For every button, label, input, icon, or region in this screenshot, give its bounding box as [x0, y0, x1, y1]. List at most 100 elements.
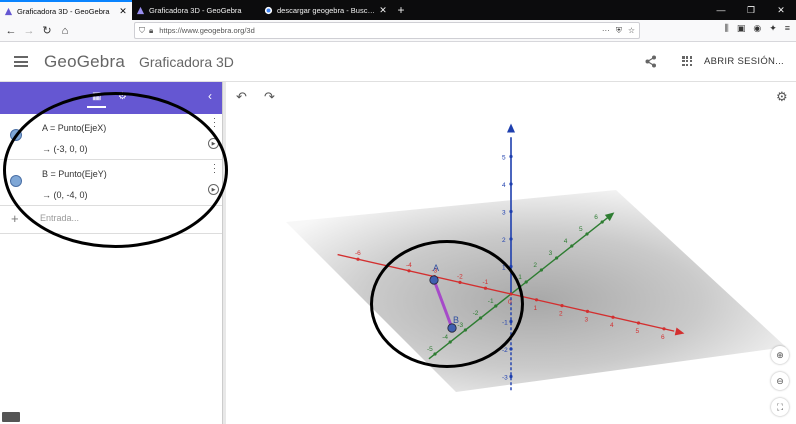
- forward-button[interactable]: →: [20, 22, 38, 40]
- algebra-tab-icon[interactable]: ▦: [86, 91, 108, 108]
- y-tick-mark: [600, 220, 604, 224]
- home-button[interactable]: ⌂: [56, 22, 74, 40]
- x-tick-mark: [483, 286, 488, 290]
- sign-in-button[interactable]: ABRIR SESIÓN...: [704, 56, 784, 67]
- geogebra-logo[interactable]: GeoGebra: [44, 52, 125, 72]
- x-tick-label: 1: [534, 305, 538, 312]
- y-tick-label: 3: [549, 250, 553, 257]
- extension-icon[interactable]: ✦: [769, 23, 777, 34]
- page-actions-icon[interactable]: ···: [602, 26, 610, 36]
- account-icon[interactable]: ◉: [753, 23, 761, 34]
- browser-nav-bar: ← → ↻ ⌂ ⛉ 🔒︎ https://www.geogebra.org/3d …: [0, 20, 796, 42]
- y-tick-label: -2: [473, 310, 479, 317]
- pocket-icon[interactable]: ⛨: [616, 26, 622, 36]
- x-tick-label: 0: [508, 299, 512, 306]
- back-button[interactable]: ←: [2, 22, 20, 40]
- z-tick-mark: [509, 209, 513, 214]
- x-tick-label: -6: [355, 250, 361, 257]
- x-tick-label: 3: [585, 316, 589, 323]
- play-animation-icon[interactable]: ▶: [208, 184, 219, 195]
- window-controls: — ❐ ✕: [706, 0, 796, 20]
- z-tick-label: -2: [502, 347, 508, 354]
- y-tick-label: 4: [564, 238, 568, 245]
- x-tick-mark: [662, 327, 666, 331]
- browser-tab-geogebra-1[interactable]: Graficadora 3D - GeoGebra ✕: [0, 0, 132, 20]
- z-tick-label: 2: [502, 237, 506, 244]
- play-animation-icon[interactable]: ▶: [208, 138, 219, 149]
- algebra-definition[interactable]: B = Punto(EjeY): [42, 169, 107, 179]
- graphics-3d-view[interactable]: ↶ ↷ ⚙ -6 -4 -3 -2 -1 0 1 2 3 4 5 6 -5 -4 -3 -2 -1 1 2 3 4 5 6 5…: [226, 82, 796, 424]
- tools-tab-icon[interactable]: ⚙: [118, 91, 127, 102]
- x-tick-mark: [585, 309, 590, 313]
- y-tick-label: -1: [488, 298, 494, 305]
- y-tick-label: 5: [579, 226, 583, 233]
- google-favicon-icon: [264, 6, 273, 14]
- bookmark-star-icon[interactable]: ☆: [628, 26, 635, 36]
- x-tick-mark: [407, 269, 411, 273]
- tab-title: Graficadora 3D - GeoGebra: [17, 6, 110, 16]
- z-tick-mark: [509, 237, 513, 241]
- algebra-input[interactable]: [40, 213, 200, 223]
- x-tick-mark: [356, 257, 360, 261]
- new-tab-button[interactable]: +: [392, 0, 410, 20]
- y-tick-mark: [433, 352, 437, 356]
- y-tick-mark: [585, 232, 589, 236]
- algebra-value: → (-3, 0, 0): [42, 144, 88, 154]
- minimize-icon[interactable]: —: [706, 0, 736, 20]
- maximize-icon[interactable]: ❐: [736, 0, 766, 20]
- visibility-marble-icon[interactable]: [10, 129, 22, 141]
- close-tab-icon[interactable]: ✕: [378, 5, 388, 16]
- z-tick-mark: [509, 319, 513, 324]
- zoom-in-icon[interactable]: ⊕: [771, 346, 789, 364]
- keyboard-icon[interactable]: [2, 412, 20, 422]
- x-tick-label: 6: [661, 334, 665, 341]
- more-options-icon[interactable]: · · ·: [213, 114, 216, 131]
- z-tick-mark: [509, 374, 513, 379]
- z-tick-label: -1: [502, 320, 508, 327]
- x-tick-label: -2: [457, 273, 463, 280]
- share-icon[interactable]: [645, 55, 657, 68]
- browser-tab-search[interactable]: descargar geogebra - Buscar c ✕: [260, 0, 392, 20]
- reload-button[interactable]: ↻: [38, 22, 56, 40]
- apps-grid-icon[interactable]: [682, 56, 693, 67]
- algebra-definition[interactable]: A = Punto(EjeX): [42, 123, 106, 133]
- geogebra-favicon-icon: [4, 7, 13, 15]
- visibility-marble-icon[interactable]: [10, 175, 22, 187]
- z-tick-label: 4: [502, 182, 506, 189]
- z-tick-mark: [509, 264, 513, 269]
- y-tick-mark: [524, 280, 528, 284]
- url-text: https://www.geogebra.org/3d: [159, 26, 255, 35]
- xoy-plane: [286, 190, 786, 392]
- z-tick-label: 5: [502, 155, 506, 162]
- more-options-icon[interactable]: · · ·: [213, 160, 216, 177]
- x-tick-mark: [534, 298, 539, 302]
- browser-tab-geogebra-2[interactable]: Graficadora 3D - GeoGebra: [132, 0, 260, 20]
- y-tick-mark: [463, 328, 467, 332]
- y-tick-mark: [479, 316, 483, 320]
- app-title: Graficadora 3D: [138, 53, 234, 70]
- x-tick-label: 5: [636, 328, 640, 335]
- close-window-icon[interactable]: ✕: [766, 0, 796, 20]
- algebra-item-b[interactable]: B = Punto(EjeY) → (0, -4, 0) · · · ▶: [0, 160, 222, 206]
- collapse-panel-icon[interactable]: ‹: [208, 89, 212, 103]
- algebra-item-a[interactable]: A = Punto(EjeX) → (-3, 0, 0) · · · ▶: [0, 114, 222, 160]
- url-bar[interactable]: ⛉ 🔒︎ https://www.geogebra.org/3d ··· ⛨ ☆: [134, 22, 640, 39]
- shield-icon: ⛉: [139, 25, 145, 35]
- geogebra-header: GeoGebra Graficadora 3D ABRIR SESIÓN...: [0, 42, 796, 82]
- graphics-canvas[interactable]: -6-4-3-2-10123456-5-4-3-2-112345654321-1…: [226, 82, 796, 424]
- y-tick-label: 1: [518, 274, 522, 281]
- fullscreen-icon[interactable]: ⛶: [771, 398, 789, 416]
- x-tick-label: 4: [610, 322, 614, 329]
- sidebar-icon[interactable]: ▣: [737, 23, 746, 34]
- z-tick-label: 1: [502, 265, 506, 272]
- main-menu-icon[interactable]: [14, 54, 28, 70]
- close-tab-icon[interactable]: ✕: [118, 6, 128, 17]
- geogebra-favicon-icon: [136, 6, 145, 14]
- point-b-label: B: [453, 315, 459, 325]
- zoom-out-icon[interactable]: ⊖: [771, 372, 789, 390]
- x-tick-label: -1: [483, 279, 489, 286]
- library-icon[interactable]: ⫼: [725, 23, 729, 34]
- x-tick-label: -4: [406, 262, 412, 269]
- menu-icon[interactable]: ≡: [785, 23, 790, 34]
- tab-title: descargar geogebra - Buscar c: [277, 5, 378, 15]
